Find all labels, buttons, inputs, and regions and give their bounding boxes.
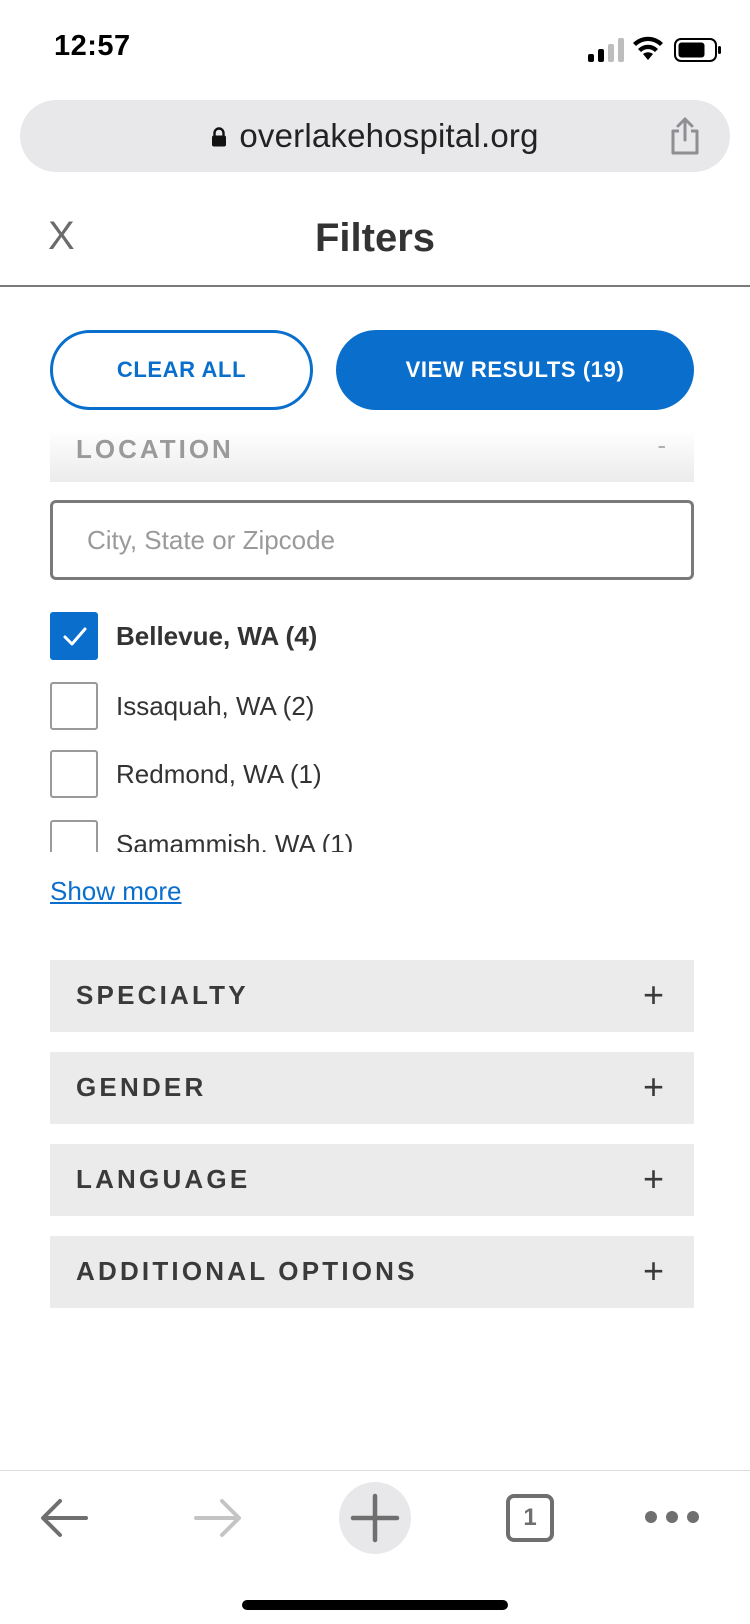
gender-section-header[interactable]: GENDER + [50, 1052, 694, 1124]
location-option-redmond[interactable]: Redmond, WA (1) [50, 750, 322, 798]
location-option-bellevue[interactable]: Bellevue, WA (4) [50, 612, 317, 660]
share-icon[interactable] [668, 116, 702, 156]
battery-icon [674, 38, 721, 62]
additional-options-section-header[interactable]: ADDITIONAL OPTIONS + [50, 1236, 694, 1308]
back-arrow-icon[interactable] [38, 1496, 90, 1540]
specialty-section-header[interactable]: SPECIALTY + [50, 960, 694, 1032]
location-option-label: Issaquah, WA (2) [116, 690, 315, 721]
new-tab-button[interactable] [339, 1482, 411, 1554]
location-options-list: Bellevue, WA (4) Issaquah, WA (2) Redmon… [50, 612, 694, 852]
tabs-button[interactable]: 1 [506, 1494, 554, 1542]
cellular-signal-icon [588, 38, 624, 62]
checkbox[interactable] [50, 750, 98, 798]
section-label: GENDER [76, 1072, 207, 1102]
checkbox-checked[interactable] [50, 612, 98, 660]
language-section-header[interactable]: LANGUAGE + [50, 1144, 694, 1216]
location-option-label: Samammish, WA (1) [116, 828, 354, 853]
checkbox[interactable] [50, 682, 98, 730]
lock-icon [212, 127, 227, 147]
location-section-label: LOCATION [76, 434, 234, 464]
status-bar: 12:57 [0, 0, 750, 100]
url-text: overlakehospital.org [239, 117, 539, 154]
view-results-button[interactable]: VIEW RESULTS (19) [336, 330, 694, 410]
address-bar[interactable]: overlakehospital.org [20, 100, 730, 172]
section-label: SPECIALTY [76, 980, 249, 1010]
location-option-label: Bellevue, WA (4) [116, 620, 318, 651]
header-divider [0, 285, 750, 287]
collapse-icon[interactable]: - [657, 430, 666, 461]
expand-icon[interactable]: + [643, 1250, 664, 1292]
location-option-issaquah[interactable]: Issaquah, WA (2) [50, 682, 314, 730]
browser-toolbar: 1 [0, 1472, 750, 1572]
tab-count: 1 [523, 1504, 537, 1531]
home-indicator [242, 1600, 508, 1610]
expand-icon[interactable]: + [643, 1158, 664, 1200]
section-label: LANGUAGE [76, 1164, 251, 1194]
expand-icon[interactable]: + [643, 974, 664, 1016]
checkmark-icon [63, 627, 87, 646]
clear-all-button[interactable]: CLEAR ALL [50, 330, 313, 410]
location-section-header[interactable]: LOCATION - [50, 430, 694, 482]
section-label: ADDITIONAL OPTIONS [76, 1256, 418, 1286]
location-option-label: Redmond, WA (1) [116, 758, 322, 789]
location-search-input[interactable] [50, 500, 694, 580]
forward-arrow-icon[interactable] [192, 1496, 244, 1540]
toolbar-divider [0, 1470, 750, 1471]
expand-icon[interactable]: + [643, 1066, 664, 1108]
more-options-icon[interactable] [644, 1510, 700, 1524]
location-option-samammish[interactable]: Samammish, WA (1) [50, 820, 353, 852]
plus-icon [350, 1493, 400, 1543]
wifi-icon [633, 36, 663, 60]
checkbox[interactable] [50, 820, 98, 852]
page-title: Filters [314, 216, 436, 260]
status-time: 12:57 [54, 30, 131, 62]
show-more-link[interactable]: Show more [50, 876, 182, 907]
